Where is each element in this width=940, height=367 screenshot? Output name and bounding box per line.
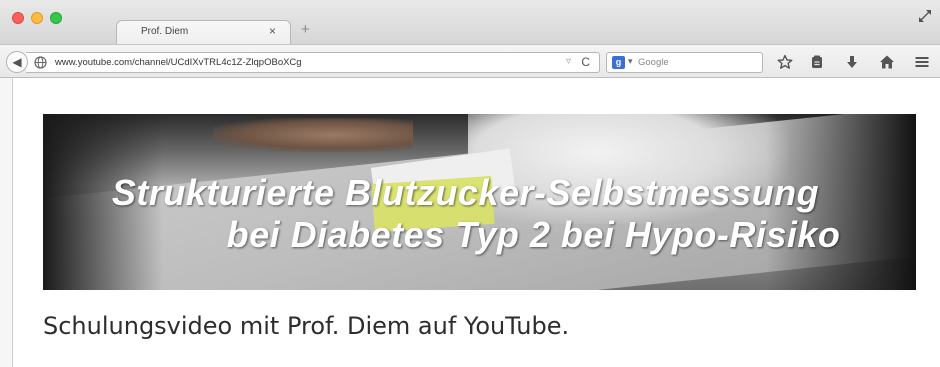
url-bar[interactable]: www.youtube.com/channel/UCdIXvTRL4c1Z-Zl… bbox=[26, 52, 600, 73]
video-caption: Schulungsvideo mit Prof. Diem auf YouTub… bbox=[43, 312, 570, 340]
back-button[interactable]: ◀ bbox=[6, 51, 28, 73]
fullscreen-icon[interactable] bbox=[918, 9, 932, 23]
tab-title: Prof. Diem bbox=[141, 26, 189, 37]
tab-prof-diem[interactable]: Prof. Diem × bbox=[116, 20, 291, 44]
menu-icon[interactable] bbox=[914, 54, 930, 70]
search-input[interactable]: Google bbox=[638, 57, 669, 68]
url-history-dropdown-icon[interactable]: ▿ bbox=[566, 56, 571, 67]
search-engine-dropdown-icon[interactable]: ▾ bbox=[628, 56, 633, 67]
new-tab-icon[interactable]: + bbox=[301, 21, 310, 38]
minimize-window-button[interactable] bbox=[31, 12, 43, 24]
page-content: Strukturierte Blutzucker-Selbstmessung b… bbox=[12, 78, 940, 367]
close-window-button[interactable] bbox=[12, 12, 24, 24]
tab-close-icon[interactable]: × bbox=[269, 24, 276, 38]
back-arrow-icon: ◀ bbox=[12, 55, 22, 69]
browser-window: Prof. Diem × + www.youtube.com/channel/U… bbox=[0, 0, 940, 367]
banner-title-line-2: bei Diabetes Typ 2 bei Hypo-Risiko bbox=[226, 214, 841, 255]
search-bar[interactable]: g ▾ Google bbox=[606, 52, 763, 73]
reload-icon[interactable]: C bbox=[581, 55, 590, 69]
title-bar: Prof. Diem × + bbox=[0, 0, 940, 44]
search-engine-icon[interactable]: g bbox=[612, 56, 625, 69]
zoom-window-button[interactable] bbox=[50, 12, 62, 24]
reading-list-icon[interactable] bbox=[809, 54, 825, 70]
bookmark-star-icon[interactable] bbox=[777, 54, 793, 70]
banner-arm bbox=[213, 118, 413, 152]
navigation-bar: www.youtube.com/channel/UCdIXvTRL4c1Z-Zl… bbox=[0, 44, 940, 78]
globe-icon bbox=[34, 56, 47, 69]
download-icon[interactable] bbox=[844, 54, 860, 70]
url-text[interactable]: www.youtube.com/channel/UCdIXvTRL4c1Z-Zl… bbox=[55, 57, 302, 68]
video-banner-image[interactable]: Strukturierte Blutzucker-Selbstmessung b… bbox=[43, 114, 916, 290]
home-icon[interactable] bbox=[879, 54, 895, 70]
banner-title-line-1: Strukturierte Blutzucker-Selbstmessung bbox=[111, 172, 820, 213]
